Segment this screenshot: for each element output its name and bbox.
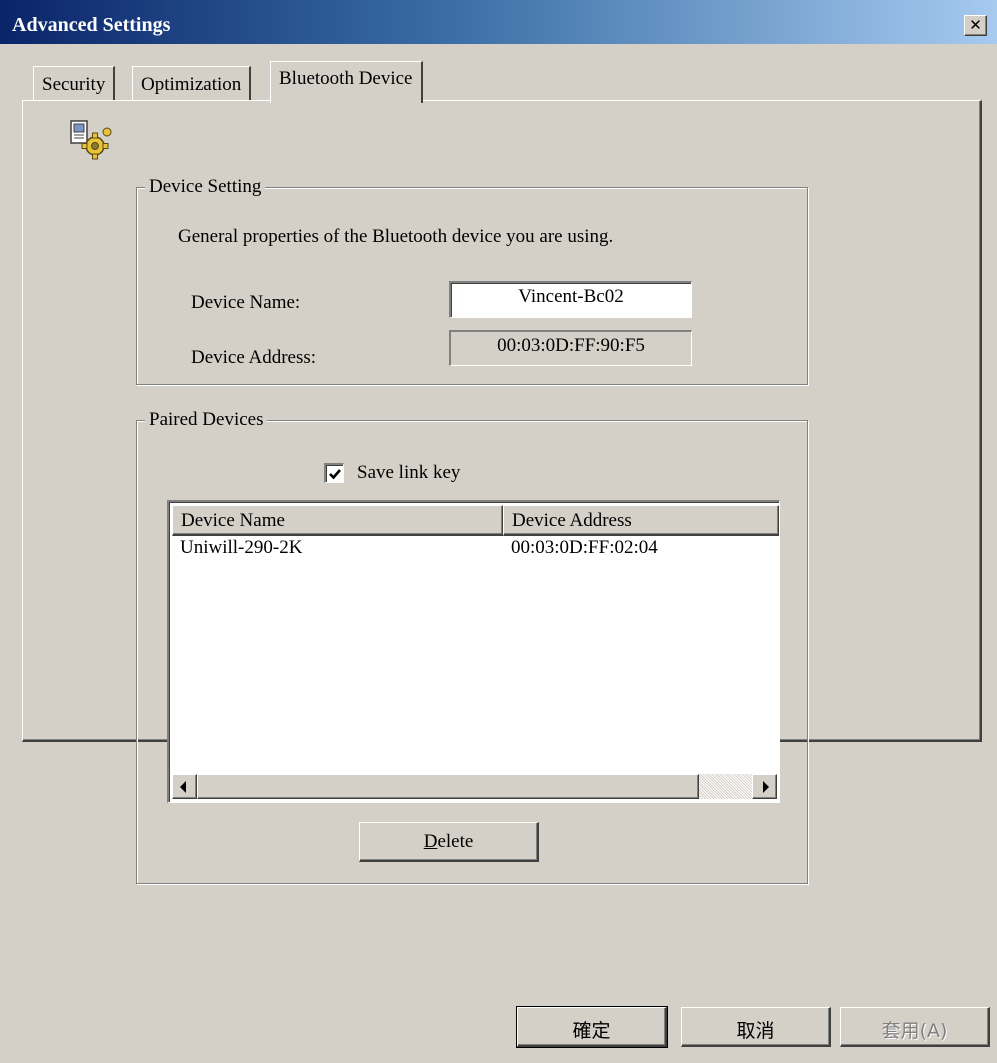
column-header-device-name[interactable]: Device Name: [172, 505, 503, 536]
horizontal-scrollbar[interactable]: [172, 774, 777, 799]
arrow-right-icon: [763, 781, 769, 793]
bluetooth-settings-gear-icon: [70, 120, 112, 160]
device-name-value: Vincent-Bc02: [518, 286, 624, 307]
scrollbar-track[interactable]: [699, 774, 752, 799]
tab-label: Bluetooth Device: [279, 68, 413, 89]
column-header-label: Device Address: [512, 510, 632, 531]
scroll-right-button[interactable]: [752, 774, 777, 799]
device-setting-description: General properties of the Bluetooth devi…: [178, 226, 614, 247]
close-button[interactable]: ✕: [964, 15, 987, 36]
tab-bluetooth-device[interactable]: Bluetooth Device: [270, 61, 423, 103]
device-address-field: 00:03:0D:FF:90:F5: [449, 330, 692, 366]
ok-button-label: 確定: [572, 1020, 611, 1042]
window-title: Advanced Settings: [12, 14, 171, 36]
save-link-key-label[interactable]: Save link key: [357, 462, 460, 484]
apply-button: 套用(A): [840, 1007, 990, 1047]
save-link-key-checkbox[interactable]: [324, 463, 344, 483]
delete-button-label: elete: [437, 831, 474, 852]
tab-optimization[interactable]: Optimization: [132, 66, 252, 100]
device-name-input[interactable]: Vincent-Bc02: [449, 281, 692, 318]
column-header-label: Device Name: [181, 510, 285, 531]
apply-button-label: 套用(A): [881, 1020, 948, 1042]
device-name-label: Device Name:: [191, 292, 301, 313]
device-setting-legend: Device Setting: [145, 176, 266, 198]
ok-button[interactable]: 確定: [516, 1006, 668, 1048]
row-device-name: Uniwill-290-2K: [180, 537, 303, 558]
paired-devices-list[interactable]: Device Name Device Address Uniwill-290-2…: [167, 500, 780, 803]
checkmark-icon: [329, 469, 341, 480]
arrow-left-icon: [180, 781, 186, 793]
column-header-device-address[interactable]: Device Address: [503, 505, 779, 536]
cancel-button[interactable]: 取消: [681, 1007, 831, 1047]
delete-accel-key: D: [423, 831, 438, 852]
cancel-button-label: 取消: [736, 1020, 775, 1042]
scrollbar-thumb[interactable]: [197, 774, 699, 799]
paired-devices-legend: Paired Devices: [145, 409, 268, 431]
device-address-label: Device Address:: [191, 347, 317, 368]
title-bar: Advanced Settings ✕: [0, 0, 997, 44]
close-icon: ✕: [969, 16, 982, 34]
tab-label: Optimization: [141, 74, 242, 95]
tab-security[interactable]: Security: [33, 66, 116, 100]
scroll-left-button[interactable]: [172, 774, 197, 799]
device-address-value: 00:03:0D:FF:90:F5: [497, 335, 645, 356]
tab-label: Security: [42, 74, 106, 95]
row-device-address: 00:03:0D:FF:02:04: [511, 537, 658, 558]
delete-button[interactable]: Delete: [359, 822, 539, 862]
